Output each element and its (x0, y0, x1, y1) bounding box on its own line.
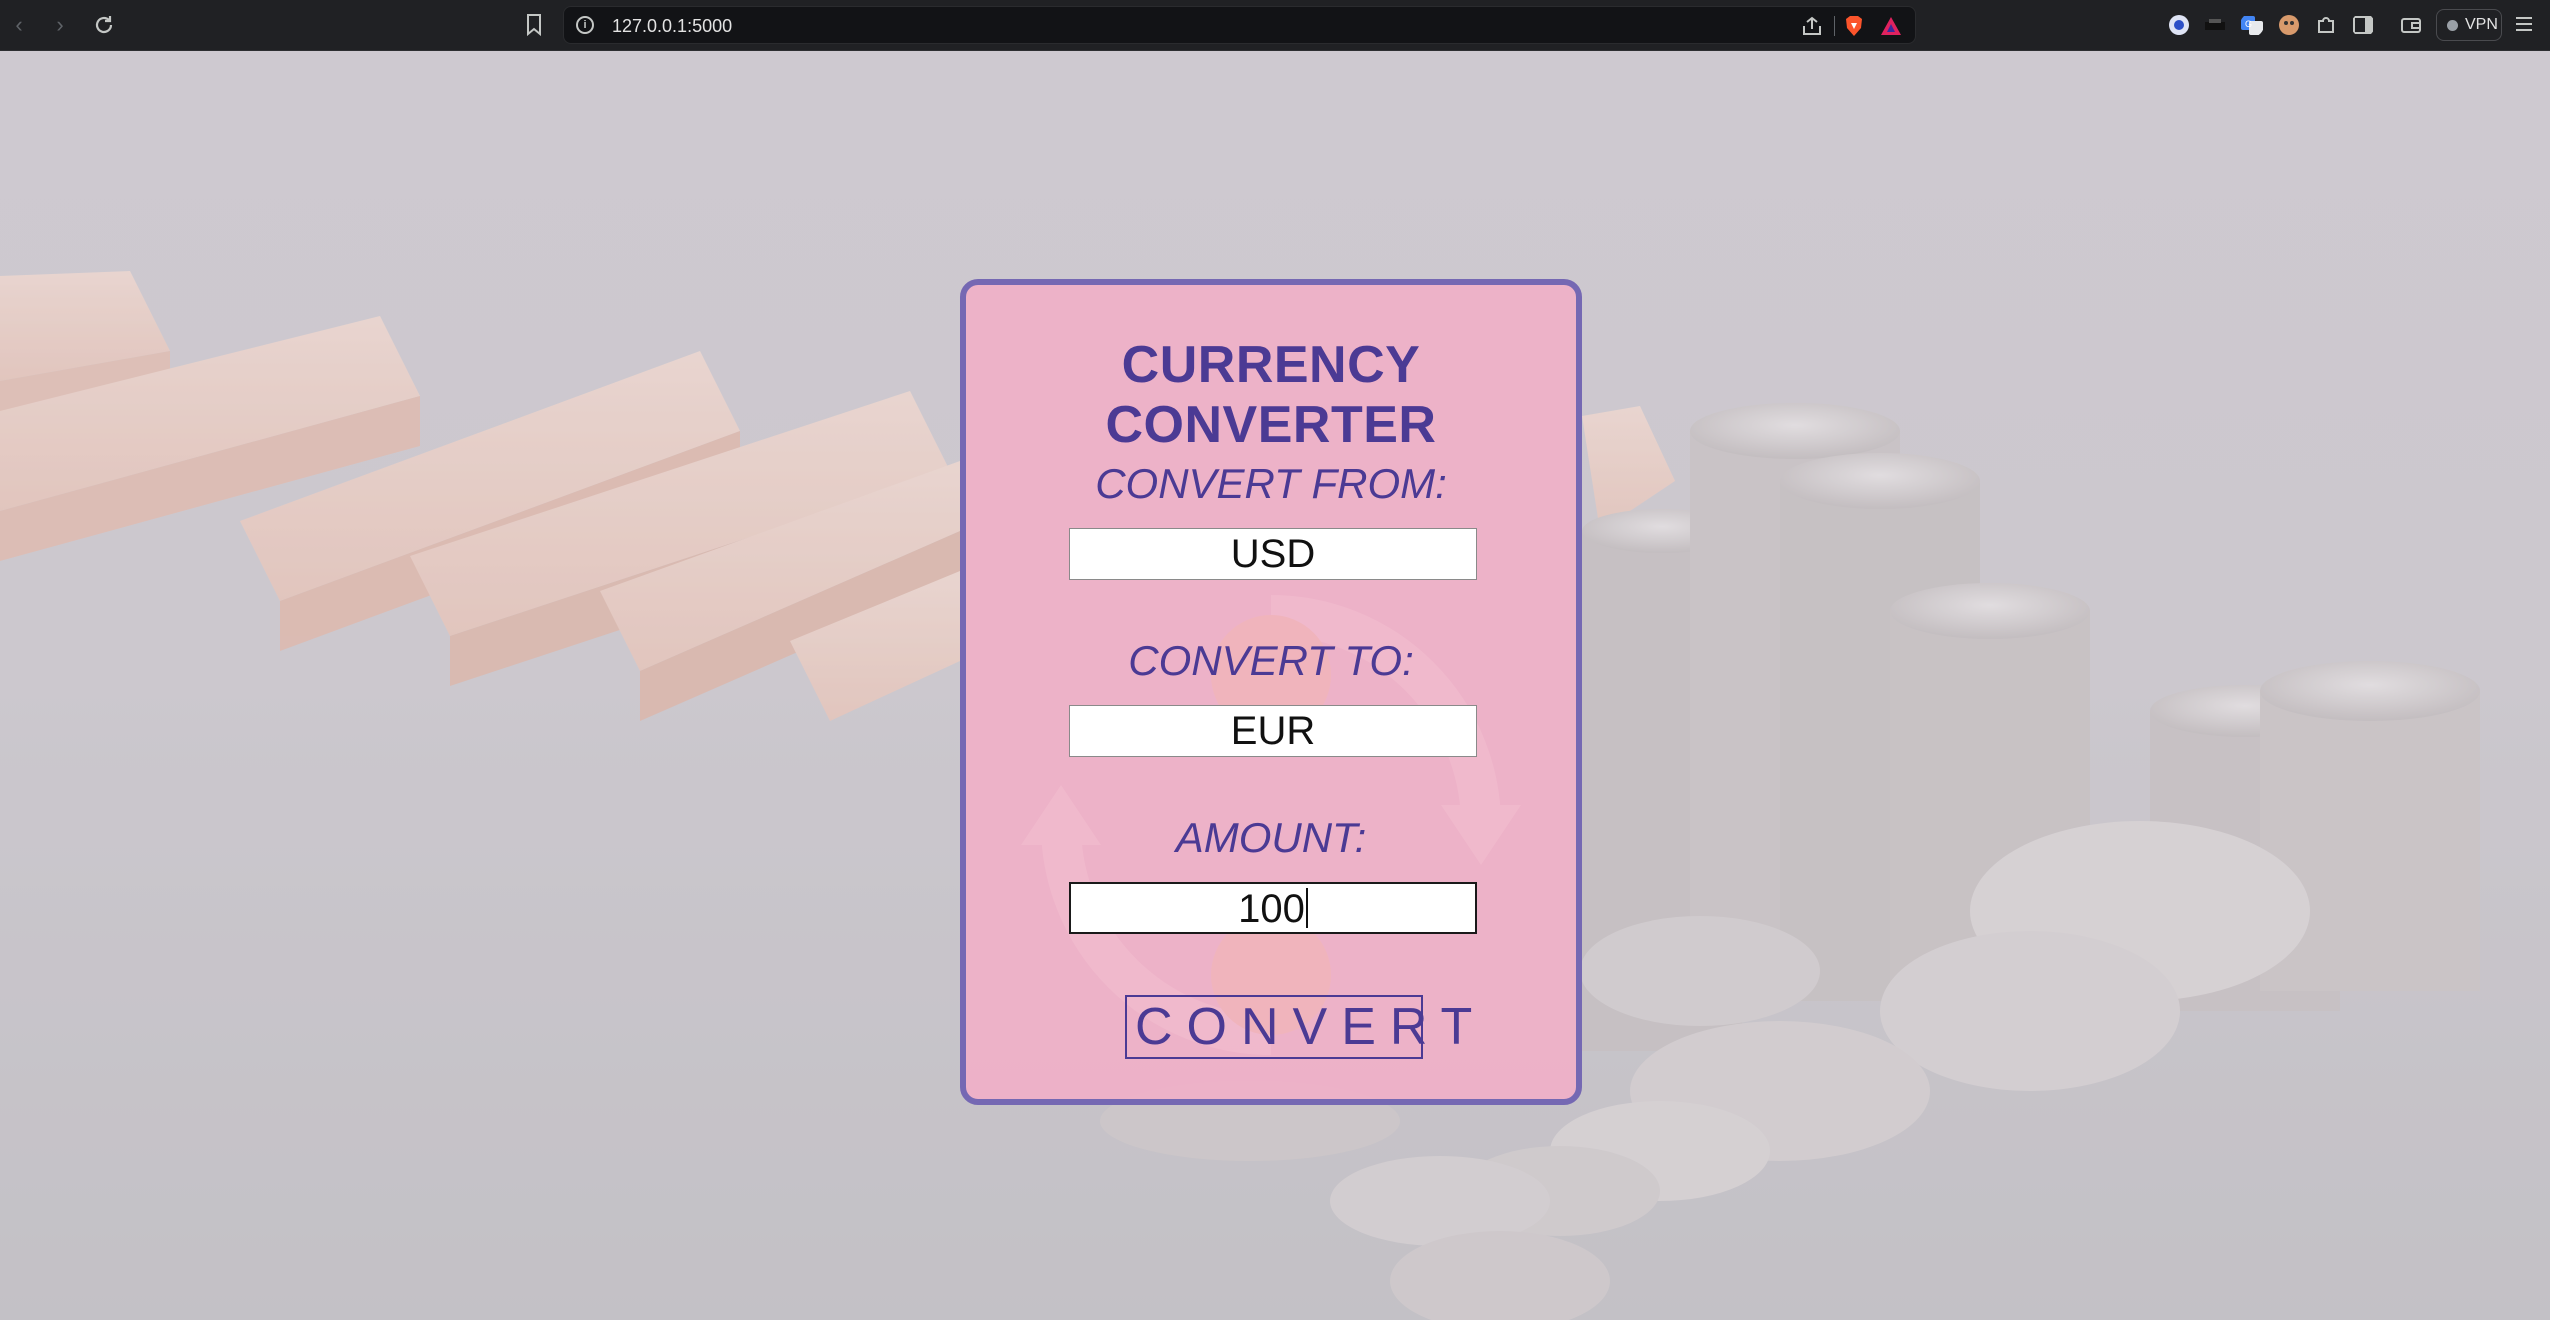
forward-icon[interactable]: › (47, 12, 73, 38)
amount-input[interactable]: 100 (1069, 882, 1477, 934)
convert-from-label: CONVERT FROM: (1095, 460, 1447, 507)
text-caret (1305, 888, 1308, 928)
amount-label: AMOUNT: (1175, 814, 1367, 861)
reload-icon[interactable] (91, 12, 117, 38)
divider (1834, 16, 1835, 36)
page-title: CURRENCY CONVERTER (1105, 336, 1437, 454)
url-text[interactable]: 127.0.0.1:5000 (612, 16, 732, 37)
convert-to-input[interactable]: EUR (1069, 705, 1477, 757)
menu-icon[interactable] (2514, 15, 2534, 33)
extension-icon[interactable] (2167, 13, 2191, 37)
wallet-icon[interactable] (2399, 13, 2423, 37)
vpn-button[interactable]: VPN (2436, 9, 2502, 41)
address-bar[interactable]: i 127.0.0.1:5000 (563, 6, 1916, 44)
convert-to-label: CONVERT TO: (1128, 637, 1414, 684)
convert-from-input[interactable]: USD (1069, 528, 1477, 580)
sidebar-icon[interactable] (2351, 13, 2375, 37)
convert-button[interactable]: CONVERT (1125, 995, 1472, 1059)
page-viewport: CURRENCY CONVERTER CONVERT FROM: USD CON… (0, 51, 2550, 1320)
extensions-puzzle-icon[interactable] (2314, 13, 2338, 37)
brave-shield-icon[interactable] (1843, 15, 1865, 37)
back-icon[interactable]: ‹ (6, 12, 32, 38)
bookmark-icon[interactable] (524, 13, 544, 37)
vpn-label: VPN (2465, 16, 2498, 33)
vpn-status-icon (2447, 20, 2458, 31)
browser-toolbar: ‹ › i 127.0.0.1:5000 G VPN (0, 0, 2550, 51)
extension-icon[interactable] (2277, 13, 2301, 37)
amount-value: 100 (1238, 887, 1305, 931)
translate-icon[interactable]: G (2240, 13, 2264, 37)
extension-icon[interactable] (2203, 13, 2227, 37)
converter-card: CURRENCY CONVERTER CONVERT FROM: USD CON… (960, 279, 1582, 1105)
svg-text:G: G (2245, 19, 2252, 29)
site-info-icon[interactable]: i (576, 16, 594, 34)
brave-rewards-icon[interactable] (1879, 15, 1903, 37)
share-icon[interactable] (1801, 16, 1823, 36)
